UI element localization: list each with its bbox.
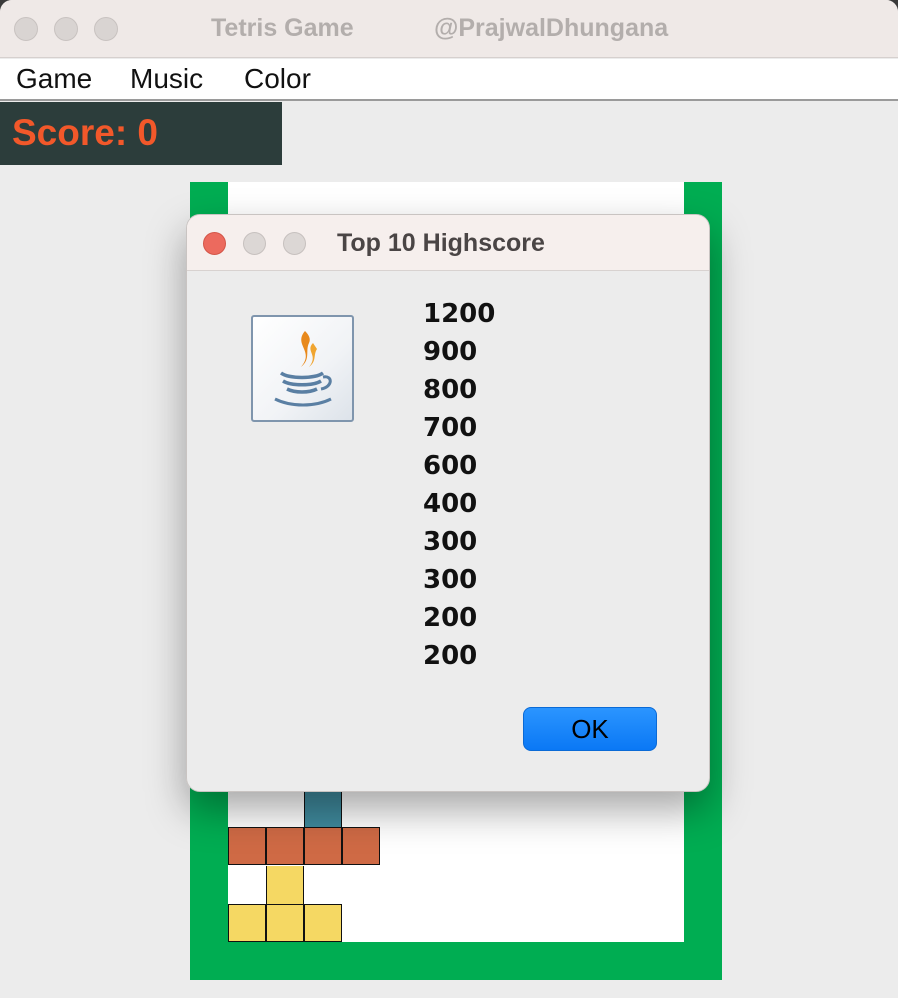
- window-titlebar[interactable]: Tetris Game @PrajwalDhungana: [0, 0, 898, 58]
- ok-button[interactable]: OK: [523, 707, 657, 751]
- highscore-item: 900: [423, 337, 478, 367]
- highscore-item: 200: [423, 603, 478, 633]
- highscore-item: 700: [423, 413, 478, 443]
- dialog-titlebar[interactable]: Top 10 Highscore: [187, 215, 709, 271]
- menu-bar: Game Music Color: [0, 59, 898, 101]
- highscore-item: 1200: [423, 299, 496, 329]
- dialog-minimize-button[interactable]: [243, 232, 266, 255]
- close-window-button[interactable]: [14, 17, 38, 41]
- block-cell: [304, 827, 342, 865]
- dialog-close-button[interactable]: [203, 232, 226, 255]
- menu-game[interactable]: Game: [16, 63, 92, 95]
- highscore-item: 300: [423, 565, 478, 595]
- highscore-item: 200: [423, 641, 478, 671]
- highscore-item: 800: [423, 375, 478, 405]
- block-cell: [304, 790, 342, 828]
- dialog-title: Top 10 Highscore: [337, 229, 545, 257]
- highscore-dialog: Top 10 Highscore 1200 900 800 700 600 40…: [186, 214, 710, 792]
- highscore-item: 400: [423, 489, 478, 519]
- highscore-item: 300: [423, 527, 478, 557]
- score-panel: Score: 0: [0, 102, 282, 165]
- menu-music[interactable]: Music: [130, 63, 203, 95]
- window-author: @PrajwalDhungana: [434, 14, 669, 42]
- block-cell: [266, 866, 304, 904]
- highscore-item: 600: [423, 451, 478, 481]
- dialog-zoom-button[interactable]: [283, 232, 306, 255]
- menu-color[interactable]: Color: [244, 63, 311, 95]
- block-cell: [228, 827, 266, 865]
- window-title: Tetris Game: [211, 14, 354, 42]
- block-cell: [266, 904, 304, 942]
- block-cell: [304, 904, 342, 942]
- block-cell: [342, 827, 380, 865]
- block-cell: [228, 904, 266, 942]
- block-cell: [266, 827, 304, 865]
- zoom-window-button[interactable]: [94, 17, 118, 41]
- score-label: Score: 0: [12, 112, 159, 153]
- java-icon: [251, 315, 354, 422]
- tetris-window: Tetris Game @PrajwalDhungana Game Music …: [0, 0, 898, 998]
- minimize-window-button[interactable]: [54, 17, 78, 41]
- highscore-list: 1200 900 800 700 600 400 300 300 200 200: [423, 295, 495, 675]
